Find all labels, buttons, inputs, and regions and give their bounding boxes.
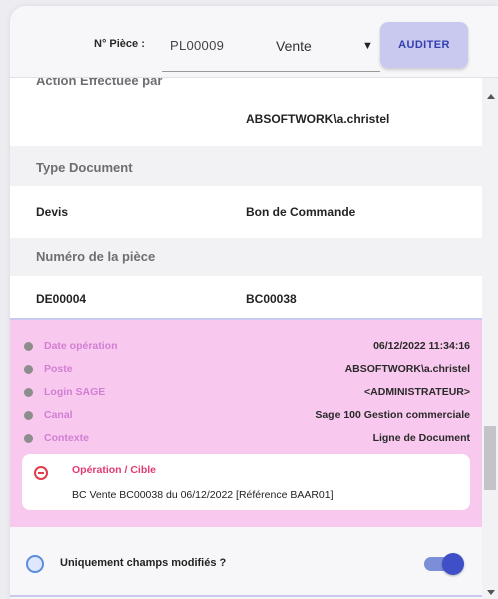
scroll-thumb[interactable]: [484, 426, 496, 490]
toolbar: N° Pièce : PL00009 Vente ▼ AUDITER: [10, 6, 498, 78]
operation-card: Opération / Cible BC Vente BC00038 du 06…: [22, 454, 470, 510]
status-dot-icon: [24, 411, 33, 420]
info-label: Contexte: [44, 432, 89, 444]
type-row: Devis Bon de Commande: [10, 186, 482, 238]
piece-number-value: PL00009: [170, 38, 225, 53]
number-header: Numéro de la pièce: [36, 249, 156, 264]
no-entry-icon: [34, 466, 48, 480]
radio-button[interactable]: [26, 555, 44, 573]
status-dot-icon: [24, 434, 33, 443]
audit-button[interactable]: AUDITER: [380, 22, 468, 68]
caret-down-icon[interactable]: ▼: [362, 40, 373, 52]
type-new-value: Bon de Commande: [246, 205, 356, 219]
piece-number-label: N° Pièce :: [94, 38, 145, 50]
piece-type-value: Vente: [276, 38, 312, 54]
action-row: ABSOFTWORK\a.christel: [10, 92, 482, 146]
status-dot-icon: [24, 365, 33, 374]
info-value: ABSOFTWORK\a.christel: [344, 363, 470, 375]
info-value: <ADMINISTRATEUR>: [364, 386, 470, 398]
number-row: DE00004 BC00038: [10, 276, 482, 318]
operation-details: Date opération 06/12/2022 11:34:16 Poste…: [10, 318, 482, 527]
content-area: Action Effectuée par ABSOFTWORK\a.christ…: [10, 78, 482, 599]
number-new-value: BC00038: [246, 292, 297, 306]
action-header-row: Action Effectuée par: [10, 78, 482, 92]
info-value: Sage 100 Gestion commerciale: [315, 409, 470, 421]
number-old-value: DE00004: [36, 292, 87, 306]
action-new-value: ABSOFTWORK\a.christel: [246, 112, 390, 126]
info-value: Ligne de Document: [372, 432, 470, 444]
type-header-row: Type Document: [10, 146, 482, 186]
type-header: Type Document: [36, 160, 133, 175]
vertical-scrollbar[interactable]: [482, 78, 498, 599]
modified-only-label: Uniquement champs modifiés ?: [60, 557, 227, 569]
number-header-row: Numéro de la pièce: [10, 238, 482, 276]
info-value: 06/12/2022 11:34:16: [373, 340, 470, 352]
operation-title: Opération / Cible: [72, 464, 157, 476]
info-label: Poste: [44, 363, 73, 375]
filter-footer: Uniquement champs modifiés ?: [10, 527, 482, 597]
toggle-knob[interactable]: [442, 553, 464, 575]
scroll-up-arrow-icon[interactable]: [487, 94, 495, 99]
type-old-value: Devis: [36, 205, 69, 219]
info-label: Login SAGE: [44, 386, 106, 398]
info-label: Canal: [44, 409, 73, 421]
scroll-down-arrow-icon[interactable]: [487, 590, 495, 595]
audit-panel: N° Pièce : PL00009 Vente ▼ AUDITER Actio…: [10, 6, 498, 599]
status-dot-icon: [24, 388, 33, 397]
operation-text: BC Vente BC00038 du 06/12/2022 [Référenc…: [72, 489, 334, 501]
action-header: Action Effectuée par: [36, 78, 163, 88]
piece-select[interactable]: PL00009 Vente ▼: [162, 26, 380, 72]
status-dot-icon: [24, 342, 33, 351]
info-label: Date opération: [44, 340, 118, 352]
